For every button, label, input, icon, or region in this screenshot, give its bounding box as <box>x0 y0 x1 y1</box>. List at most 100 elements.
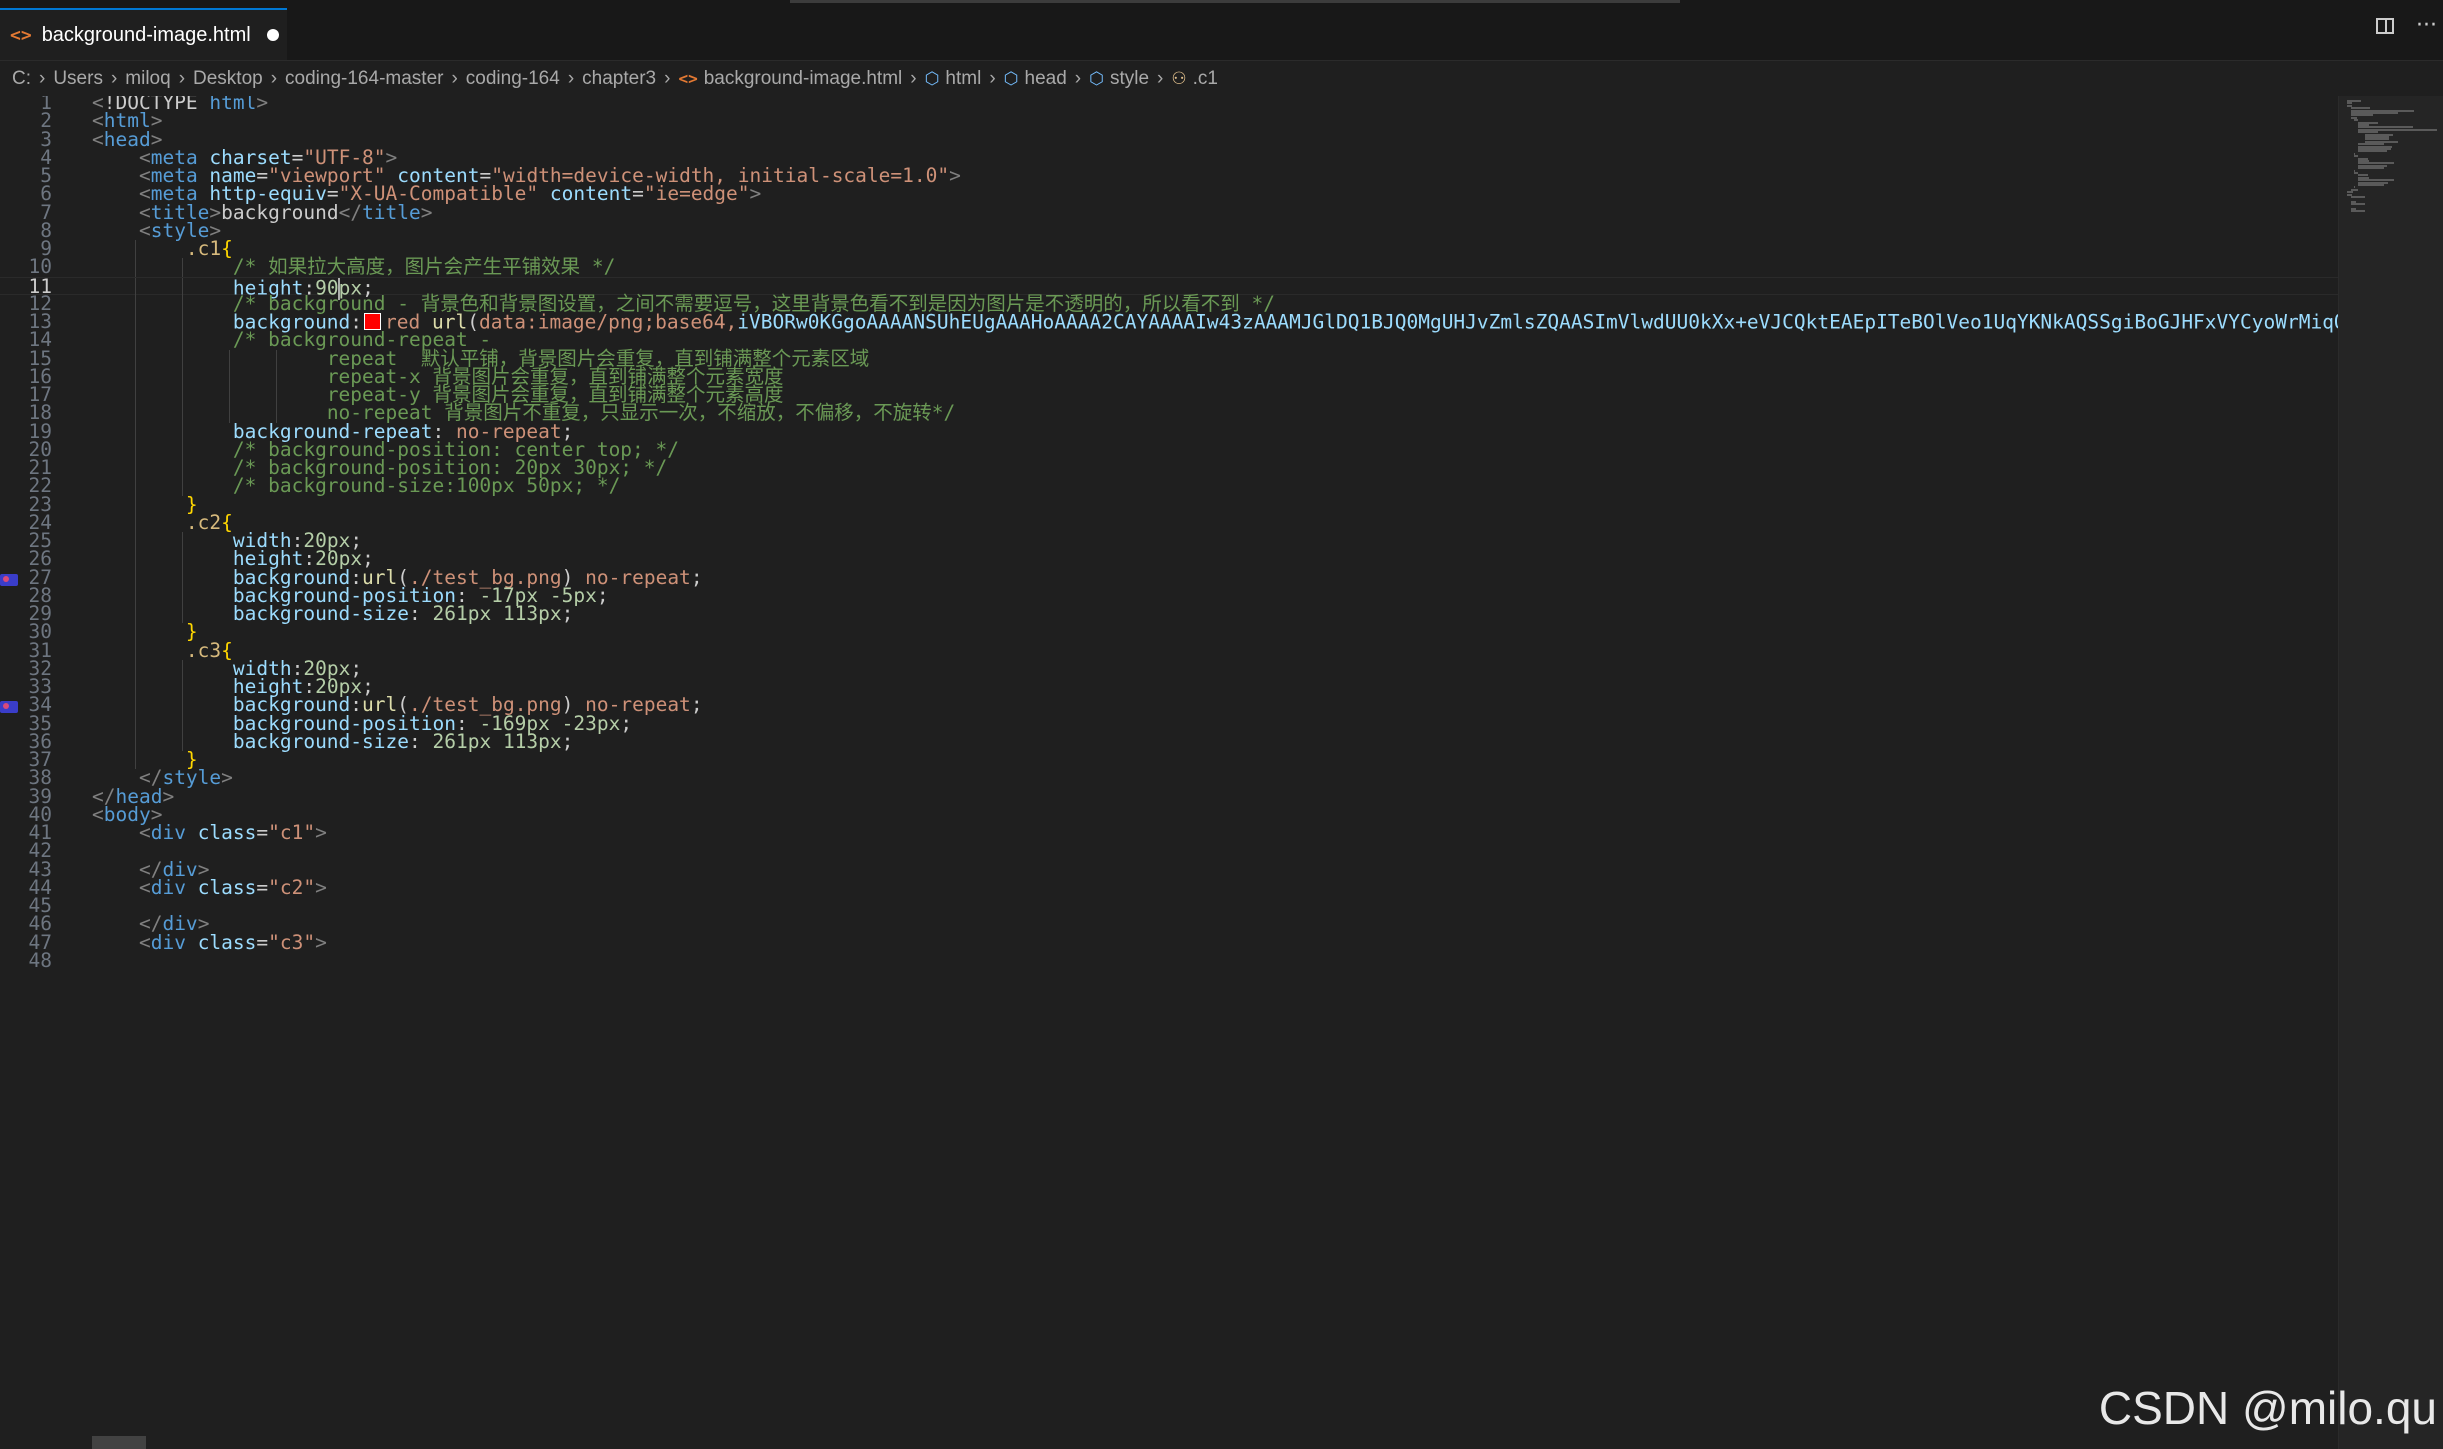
split-editor-icon[interactable] <box>2376 18 2395 34</box>
token: : <box>409 729 433 753</box>
minimap[interactable] <box>2338 96 2443 1449</box>
chevron-right-icon: › <box>39 68 46 89</box>
breadcrumb-item[interactable]: miloq <box>125 68 170 90</box>
image-preview-icon[interactable] <box>0 701 18 714</box>
code-line[interactable]: 48 <box>0 948 2338 972</box>
symbol-element-icon: ⬡ <box>1003 69 1019 88</box>
breadcrumb-item[interactable]: chapter3 <box>582 68 656 90</box>
code-line[interactable]: 7 <title>background</title> <box>0 200 2338 224</box>
chevron-right-icon: › <box>1074 68 1082 89</box>
code-line[interactable]: 47 <div class="c3"> <box>0 930 2338 954</box>
breadcrumb-label: html <box>945 68 982 89</box>
breadcrumb-label: coding-164-master <box>285 68 444 89</box>
code-line[interactable]: 42 <box>0 841 2338 861</box>
token: </ <box>338 200 363 224</box>
token: < <box>138 930 151 954</box>
more-actions-icon[interactable]: ··· <box>2416 15 2437 37</box>
code-line[interactable]: 1 <!DOCTYPE html> <box>0 96 2338 112</box>
image-preview-icon[interactable] <box>0 573 18 586</box>
code-text: <div class="c2"> <box>92 875 327 899</box>
minimap-line <box>2357 167 2384 170</box>
code-editor[interactable]: 1 <!DOCTYPE html> 2 <html> 3 <head> 4 <meta ch… <box>0 96 2338 1449</box>
breadcrumb-item[interactable]: <> background-image.html <box>678 68 902 90</box>
code-line[interactable]: 40 <body> <box>0 804 2338 824</box>
watermark: CSDN @milo.qu <box>2098 1382 2437 1434</box>
breadcrumb-item[interactable]: Desktop <box>193 68 263 90</box>
breadcrumb-item[interactable]: ⚇ .c1 <box>1171 68 1218 90</box>
token: background <box>221 200 339 224</box>
code-line[interactable]: 44 <div class="c2"> <box>0 875 2338 899</box>
code-line[interactable]: 10 /* 如果拉大高度，图片会产生平铺效果 */ <box>0 255 2338 278</box>
breadcrumb-label: miloq <box>125 68 171 89</box>
breadcrumb-item[interactable]: ⬡ style <box>1089 68 1149 90</box>
token: > <box>162 784 175 808</box>
minimap-slider[interactable] <box>2339 96 2443 1449</box>
token: div <box>150 821 198 844</box>
token: "ie=edge" <box>643 182 750 206</box>
token: div <box>150 930 198 954</box>
token: > <box>221 766 233 790</box>
code-line[interactable]: 43 </div> <box>0 859 2338 879</box>
chevron-right-icon: › <box>110 68 118 89</box>
code-line[interactable]: 30 } <box>0 622 2338 642</box>
token: 113px <box>502 729 562 753</box>
breadcrumb-item[interactable]: coding-164 <box>466 68 560 90</box>
chevron-right-icon: › <box>910 68 917 89</box>
code-line[interactable]: 23 } <box>0 494 2338 514</box>
token: : <box>409 602 433 625</box>
token: = <box>256 930 269 954</box>
chevron-right-icon: › <box>178 68 186 89</box>
tab-bar-scrollbar[interactable] <box>790 0 1680 3</box>
chevron-right-icon: › <box>1157 68 1164 89</box>
chevron-right-icon: › <box>664 68 671 89</box>
code-line[interactable]: 37 } <box>0 750 2338 770</box>
token: = <box>256 821 269 844</box>
breadcrumb-label: Desktop <box>193 68 263 89</box>
token: iVBORw0KGgoAAAANSUhEUgAAAHoAAAA2CAYAAAAI… <box>737 310 2338 334</box>
horizontal-scrollbar[interactable] <box>92 1436 146 1449</box>
minimap-line <box>2357 150 2388 153</box>
code-line[interactable]: 45 <box>0 896 2338 916</box>
token: > <box>315 930 327 954</box>
minimap-line <box>2350 196 2365 198</box>
code-line[interactable]: 8 <style> <box>0 220 2338 240</box>
code-line[interactable]: 41 <div class="c1"> <box>0 821 2338 844</box>
breadcrumb-label: .c1 <box>1192 68 1218 89</box>
breadcrumb-item[interactable]: Users <box>53 68 103 90</box>
code-line[interactable]: 39 </head> <box>0 784 2338 808</box>
token: ; <box>690 565 703 589</box>
tab-background-image-html[interactable]: <> background-image.html <box>0 8 287 60</box>
code-line[interactable]: 38 </style> <box>0 766 2338 790</box>
token: background-size <box>232 729 409 753</box>
breadcrumb-label: Users <box>53 68 103 89</box>
token: ; <box>561 602 574 625</box>
code-line[interactable]: 22 /* background-size:100px 50px; */ <box>0 476 2338 496</box>
token: ; <box>596 583 609 607</box>
minimap-line <box>2350 210 2365 213</box>
breadcrumb-item[interactable]: ⬡ head <box>1004 68 1067 90</box>
breadcrumb-item[interactable]: ⬡ html <box>925 68 982 90</box>
symbol-selector-icon: ⚇ <box>1171 69 1187 88</box>
chevron-right-icon: › <box>567 68 575 89</box>
chevron-right-icon: › <box>989 68 996 89</box>
breadcrumb-item[interactable]: C: <box>12 68 31 90</box>
token: class <box>197 930 257 954</box>
token: "c3" <box>268 930 316 954</box>
unsaved-dot-icon[interactable] <box>266 29 279 41</box>
token: content <box>549 182 633 206</box>
line-number: 48 <box>28 948 52 972</box>
code-line[interactable]: 46 </div> <box>0 914 2338 934</box>
code-line[interactable]: 2 <html> <box>0 111 2338 131</box>
token: > <box>420 200 433 224</box>
breadcrumb-label: background-image.html <box>703 68 903 89</box>
breadcrumb-item[interactable]: coding-164-master <box>285 68 443 90</box>
token: > <box>315 875 327 899</box>
code-line[interactable]: 36 background-size: 261px 113px; <box>0 729 2338 753</box>
code-text: /* 如果拉大高度，图片会产生平铺效果 */ <box>92 255 615 278</box>
token: > <box>949 164 961 187</box>
code-line[interactable]: 29 background-size: 261px 113px; <box>0 602 2338 625</box>
